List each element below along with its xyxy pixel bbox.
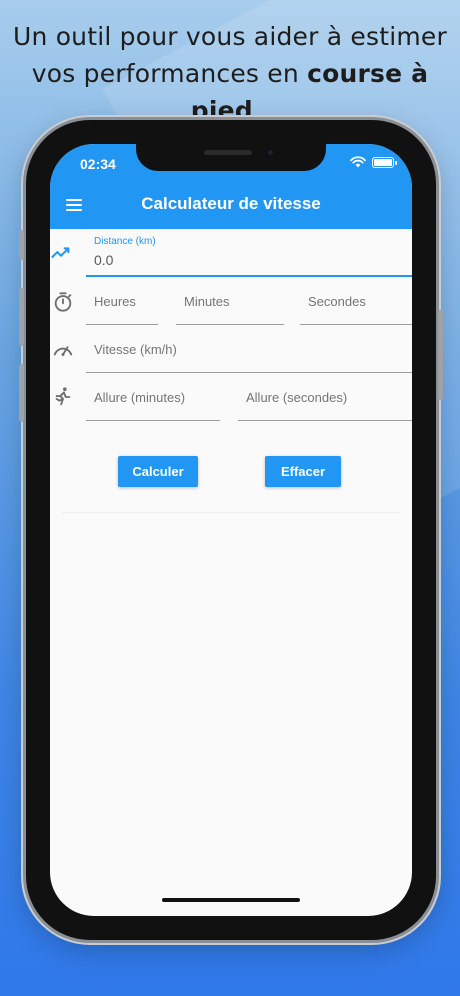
speedometer-icon [53,346,73,356]
promo-line-2-prefix: vos performances en [31,59,308,88]
front-camera [266,148,275,157]
trending-up-icon [51,247,70,259]
hours-placeholder: Heures [94,294,136,309]
pace-seconds-placeholder: Allure (secondes) [246,390,348,405]
promo-line-2: vos performances en course à pied . [0,55,460,129]
minutes-field[interactable]: Minutes [176,280,284,325]
minutes-placeholder: Minutes [184,294,230,309]
home-indicator[interactable] [162,898,300,902]
hours-field[interactable]: Heures [86,280,158,325]
clear-button[interactable]: Effacer [265,456,341,487]
timer-icon [54,292,72,312]
promo-headline: Un outil pour vous aider à estimer vos p… [0,18,460,129]
notch [136,144,326,171]
seconds-field[interactable]: Secondes [300,280,412,325]
phone-power-button [438,310,443,400]
phone-frame: 02:34 Calculateur de vitesse Distance (k… [19,120,443,940]
pace-minutes-placeholder: Allure (minutes) [94,390,186,405]
pace-minutes-field[interactable]: Allure (minutes) [86,376,220,421]
seconds-placeholder: Secondes [308,294,366,309]
speed-placeholder: Vitesse (km/h) [94,342,177,357]
divider [62,512,400,513]
status-time: 02:34 [80,156,116,172]
calculate-button[interactable]: Calculer [118,456,198,487]
phone-silent-switch [19,230,24,260]
status-icons [350,156,397,168]
pace-seconds-field[interactable]: Allure (secondes) [238,376,412,421]
distance-value: 0.0 [94,252,114,268]
distance-label: Distance (km) [94,236,156,247]
runner-icon [55,387,71,406]
promo-line-1: Un outil pour vous aider à estimer [13,22,447,51]
distance-field[interactable]: Distance (km) 0.0 [86,232,412,277]
battery-icon [372,156,397,168]
speaker [204,150,252,155]
phone-volume-down [19,364,24,422]
app-title: Calculateur de vitesse [141,194,321,213]
speed-field[interactable]: Vitesse (km/h) [86,328,412,373]
wifi-icon [350,156,366,168]
phone-screen: 02:34 Calculateur de vitesse Distance (k… [50,144,412,916]
phone-volume-up [19,288,24,346]
